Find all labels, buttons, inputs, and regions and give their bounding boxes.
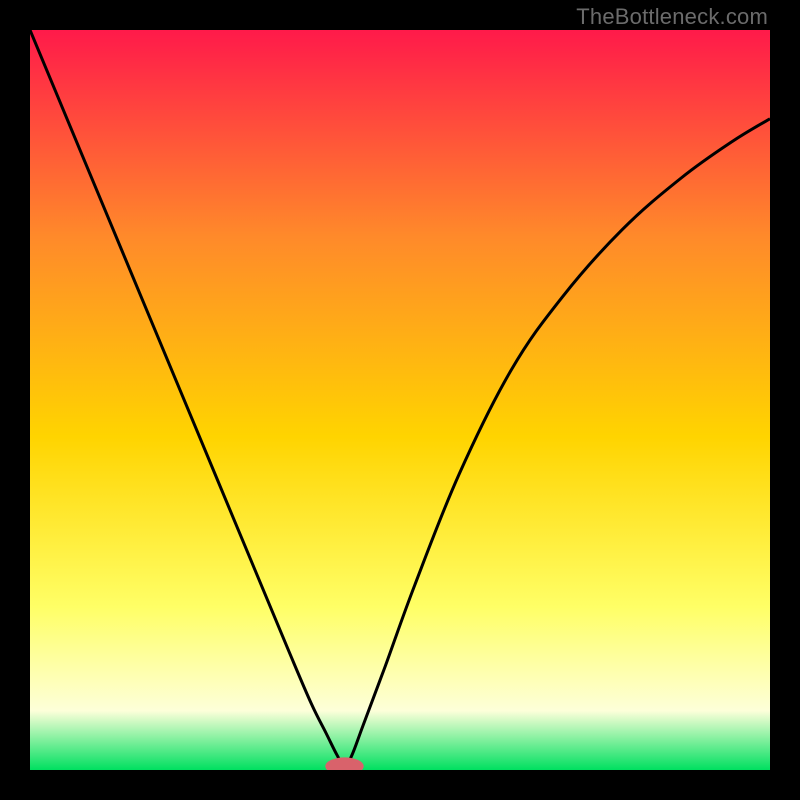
watermark-text: TheBottleneck.com xyxy=(576,4,768,30)
plot-area xyxy=(30,30,770,770)
gradient-background xyxy=(30,30,770,770)
chart-svg xyxy=(30,30,770,770)
chart-frame: TheBottleneck.com xyxy=(0,0,800,800)
